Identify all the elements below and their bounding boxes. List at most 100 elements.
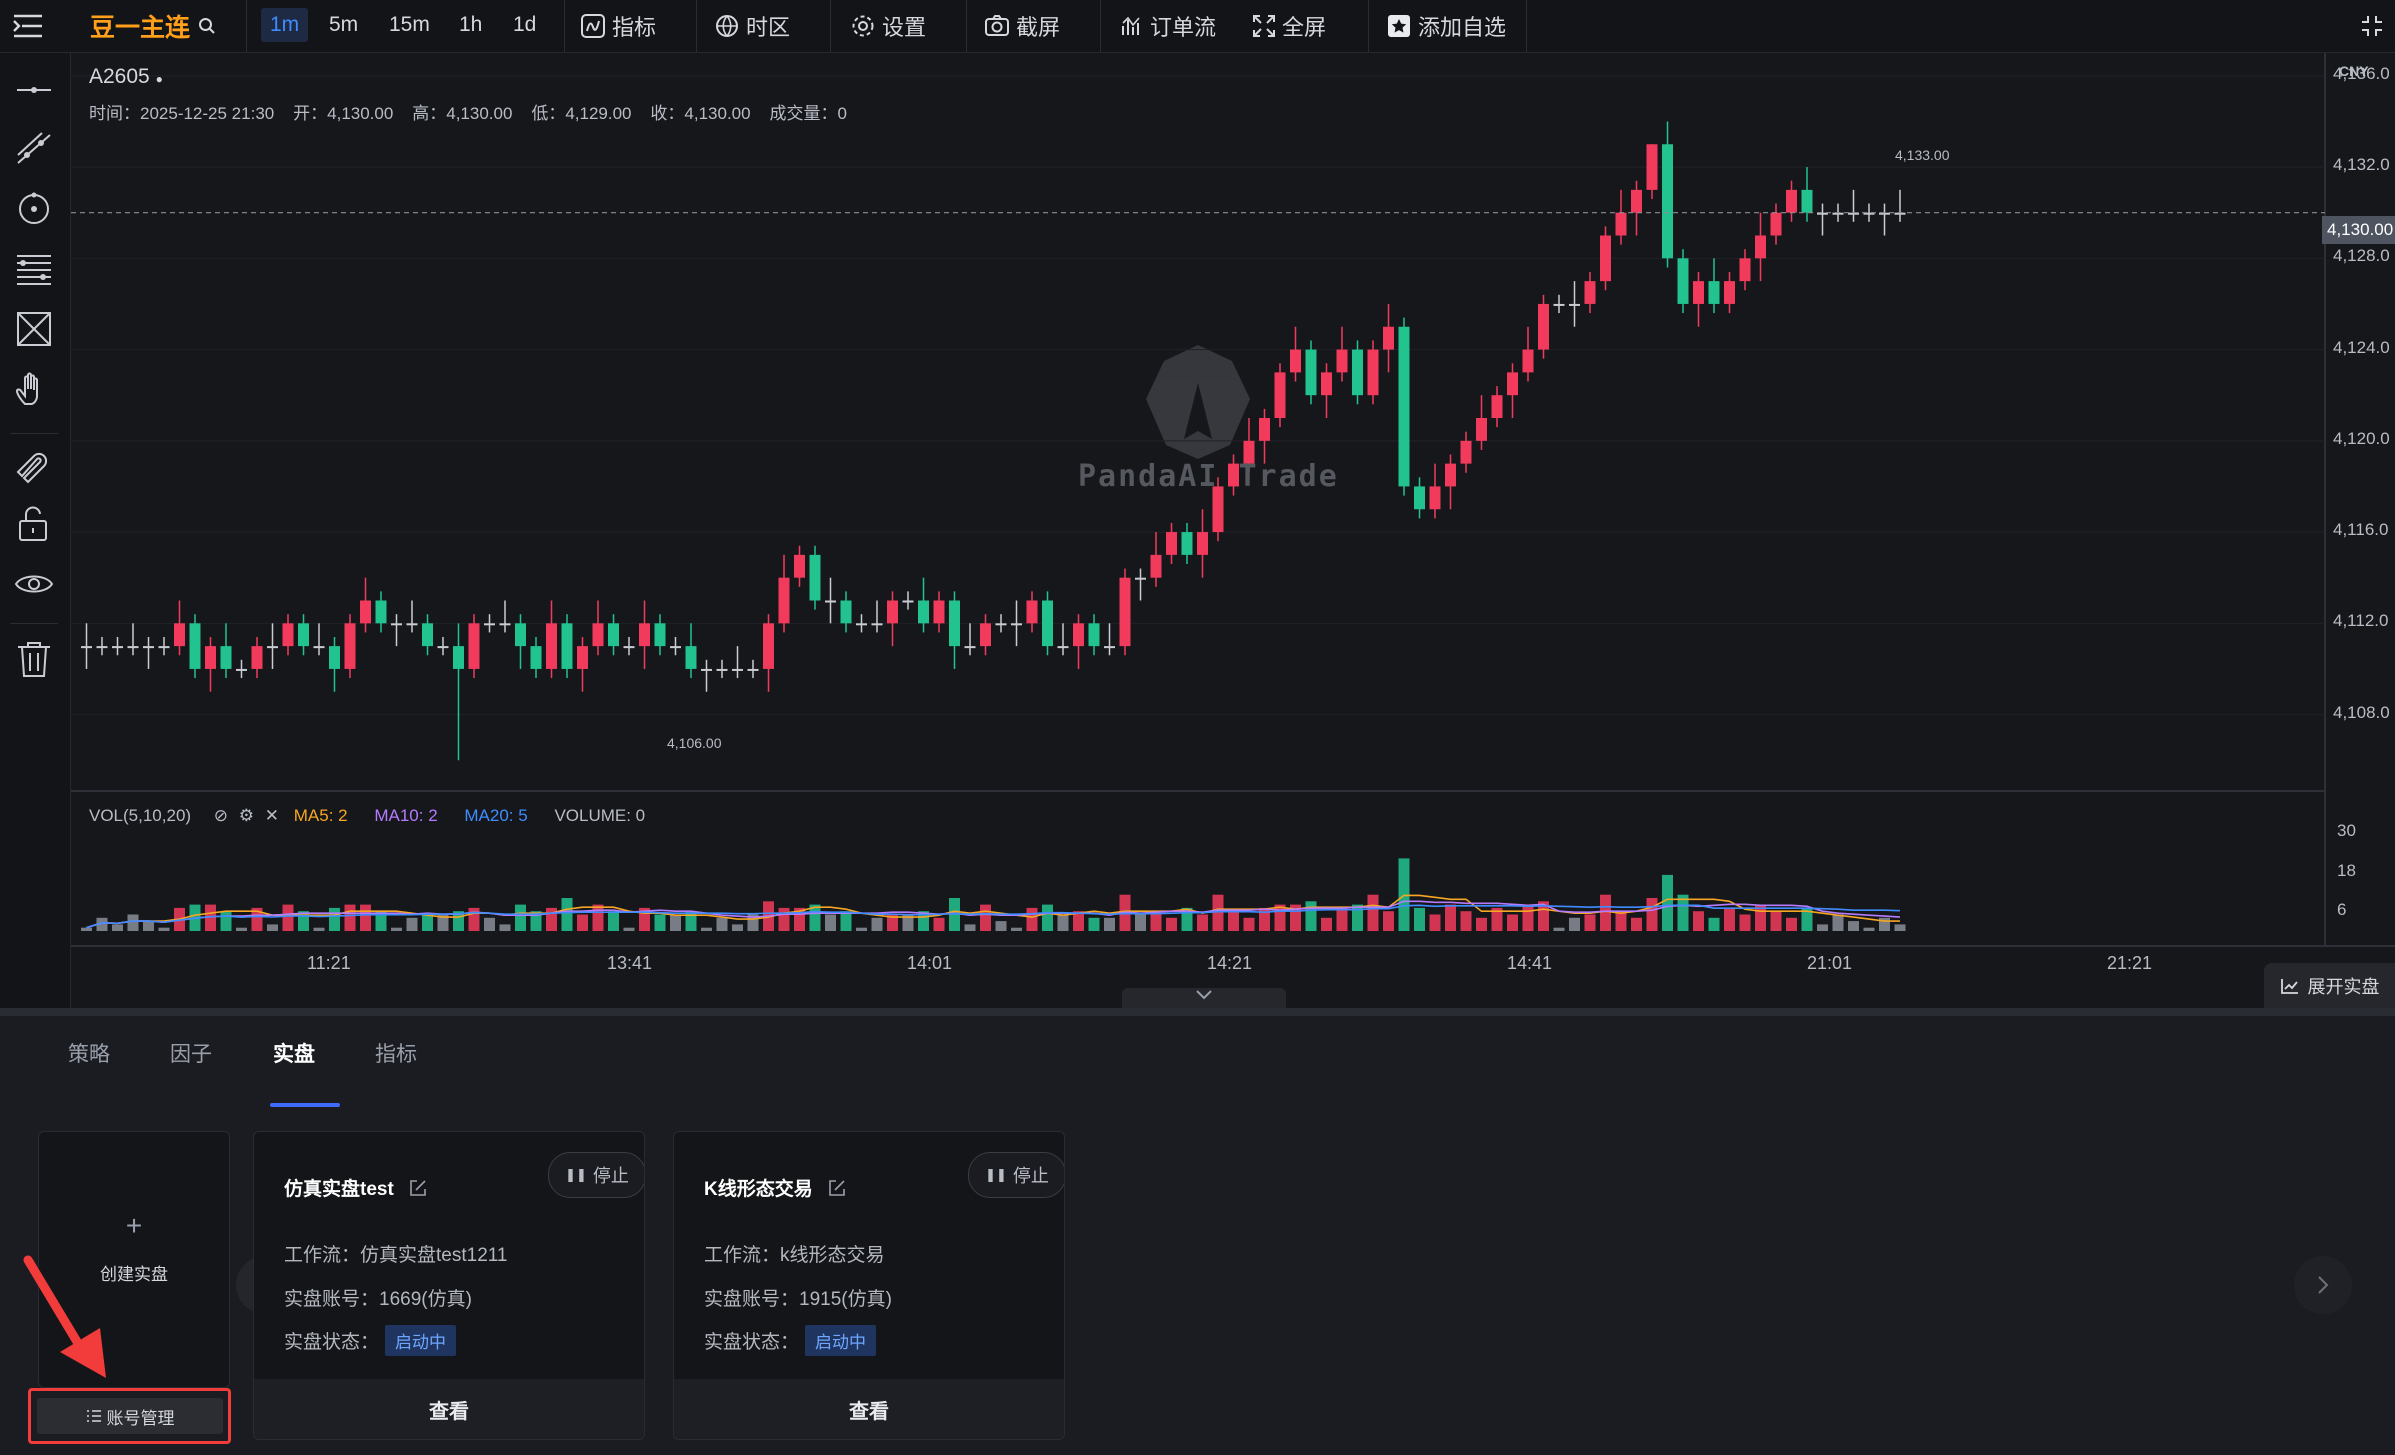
symbol-name: 豆一主连 [90,14,191,42]
candle-body [1522,349,1534,373]
volume-bar [933,917,945,931]
timezone-button[interactable]: 时区 [714,0,790,52]
candle-body [747,668,759,671]
exit-fullscreen-icon[interactable] [2360,0,2384,52]
candle-body [1088,623,1100,647]
stop-button[interactable]: ❚❚ 停止 [968,1152,1064,1198]
live-card[interactable]: 仿真实盘test ❚❚ 停止 工作流：仿真实盘test1211 实盘账号：1669… [253,1131,645,1440]
candle-body [1259,418,1270,441]
gear-icon[interactable]: ⚙ [239,806,254,825]
stop-button[interactable]: ❚❚ 停止 [548,1152,644,1198]
indicators-button[interactable]: 指标 [580,0,656,52]
magnet-icon[interactable] [13,443,55,485]
eye-icon[interactable] [13,563,55,605]
settings-button[interactable]: 设置 [850,0,926,52]
symbol-selector[interactable]: 豆一主连 [90,0,216,52]
tab-indicator[interactable]: 指标 [375,1038,417,1068]
chart-area[interactable]: A2605 ● 时间：2025-12-25 21:30 开：4,130.00 高… [71,53,2395,1008]
fullscreen-button[interactable]: 全屏 [1252,0,1326,52]
timeframe-1m[interactable]: 1m [261,8,309,42]
candle-body [1569,303,1580,306]
timeframe-1d[interactable]: 1d [504,8,545,42]
ma20-line [86,904,1901,929]
timeframe-15m[interactable]: 15m [380,8,439,42]
horizontal-line-icon[interactable] [13,69,55,111]
carousel-next-button[interactable] [2294,1256,2352,1314]
workflow-text: 工作流：仿真实盘test1211 [284,1245,508,1266]
orderflow-icon [1122,16,1140,35]
candle-body [1615,212,1627,236]
account-management-button[interactable]: 账号管理 [37,1398,223,1434]
ohlc-time: 时间：2025-12-25 21:30 [89,104,275,123]
candle-body [1708,281,1720,304]
price-axis-label: 4,112.0 [2333,611,2389,631]
volume-bar [422,914,433,931]
candle-body [608,623,619,647]
candle-body [1739,258,1751,282]
add-watchlist-button[interactable]: 添加自选 [1386,0,1506,52]
timeframe-5m[interactable]: 5m [320,8,367,42]
circle-tool-icon[interactable] [13,188,55,230]
volume-bar [577,914,588,931]
tab-live[interactable]: 实盘 [273,1038,315,1068]
screenshot-button[interactable]: 截屏 [984,0,1060,52]
candle-body [1553,303,1565,306]
price-axis-label: 4,108.0 [2333,702,2390,722]
trash-icon[interactable] [13,638,55,680]
view-button[interactable]: 查看 [254,1379,644,1439]
expand-live-button[interactable]: 展开实盘 [2264,963,2395,1008]
candle-body [81,646,92,649]
volume-bar [1631,917,1642,931]
pattern-tool-icon[interactable] [13,308,55,350]
volume-bar [282,904,294,931]
volume-bar [1476,917,1487,931]
tab-factor[interactable]: 因子 [170,1038,212,1068]
fibonacci-icon[interactable] [13,248,55,290]
view-button[interactable]: 查看 [674,1379,1064,1439]
orderflow-button[interactable]: 订单流 [1120,0,1216,52]
candle-body [453,646,464,669]
candle-body [809,554,821,601]
status-badge: 启动中 [385,1325,457,1356]
candle-body [933,600,945,624]
candle-body [530,646,542,669]
eye-off-icon[interactable]: ⊘ [214,806,228,825]
divider [1368,0,1369,52]
candle-body [468,623,480,669]
candle-body [282,623,294,647]
unlock-icon[interactable] [13,503,55,545]
edit-icon[interactable] [409,1179,427,1197]
time-axis-label: 13:41 [607,953,653,973]
volume-bar [1336,907,1348,931]
candle-body [840,600,852,624]
price-axis-label: 4,128.0 [2333,246,2390,266]
volume-bar [1212,894,1224,931]
volume-bar [654,914,666,931]
collapse-handle[interactable] [1122,988,1286,1008]
volume-bar [1383,911,1394,931]
volume-bar [778,907,790,931]
menu-icon[interactable] [12,0,44,52]
volume-bar [1228,911,1239,931]
camera-icon [985,15,1009,36]
hand-pan-icon[interactable] [13,368,55,410]
edit-icon[interactable] [828,1179,846,1197]
status-row: 实盘状态： 启动中 [704,1325,877,1356]
ma10-value: MA10: 2 [374,806,438,825]
panel-splitter[interactable] [0,1008,2395,1016]
volume-bar [1646,898,1658,931]
volume-bar [1600,894,1611,931]
volume-bar [1786,917,1797,931]
volume-bar [515,904,526,931]
trend-line-icon[interactable] [13,128,55,170]
close-icon[interactable]: ✕ [265,806,279,825]
live-card[interactable]: K线形态交易 ❚❚ 停止 工作流：k线形态交易 实盘账号：1915(仿真) 实盘状… [673,1131,1065,1440]
volume-bar [1352,904,1363,931]
volume-bar [561,898,573,931]
candle-body [577,646,588,669]
candlestick-chart[interactable] [71,53,2395,1008]
tab-strategy[interactable]: 策略 [68,1038,110,1068]
candle-body [515,623,526,647]
timeframe-1h[interactable]: 1h [450,8,491,42]
price-axis-label: 4,136.0 [2333,63,2390,83]
